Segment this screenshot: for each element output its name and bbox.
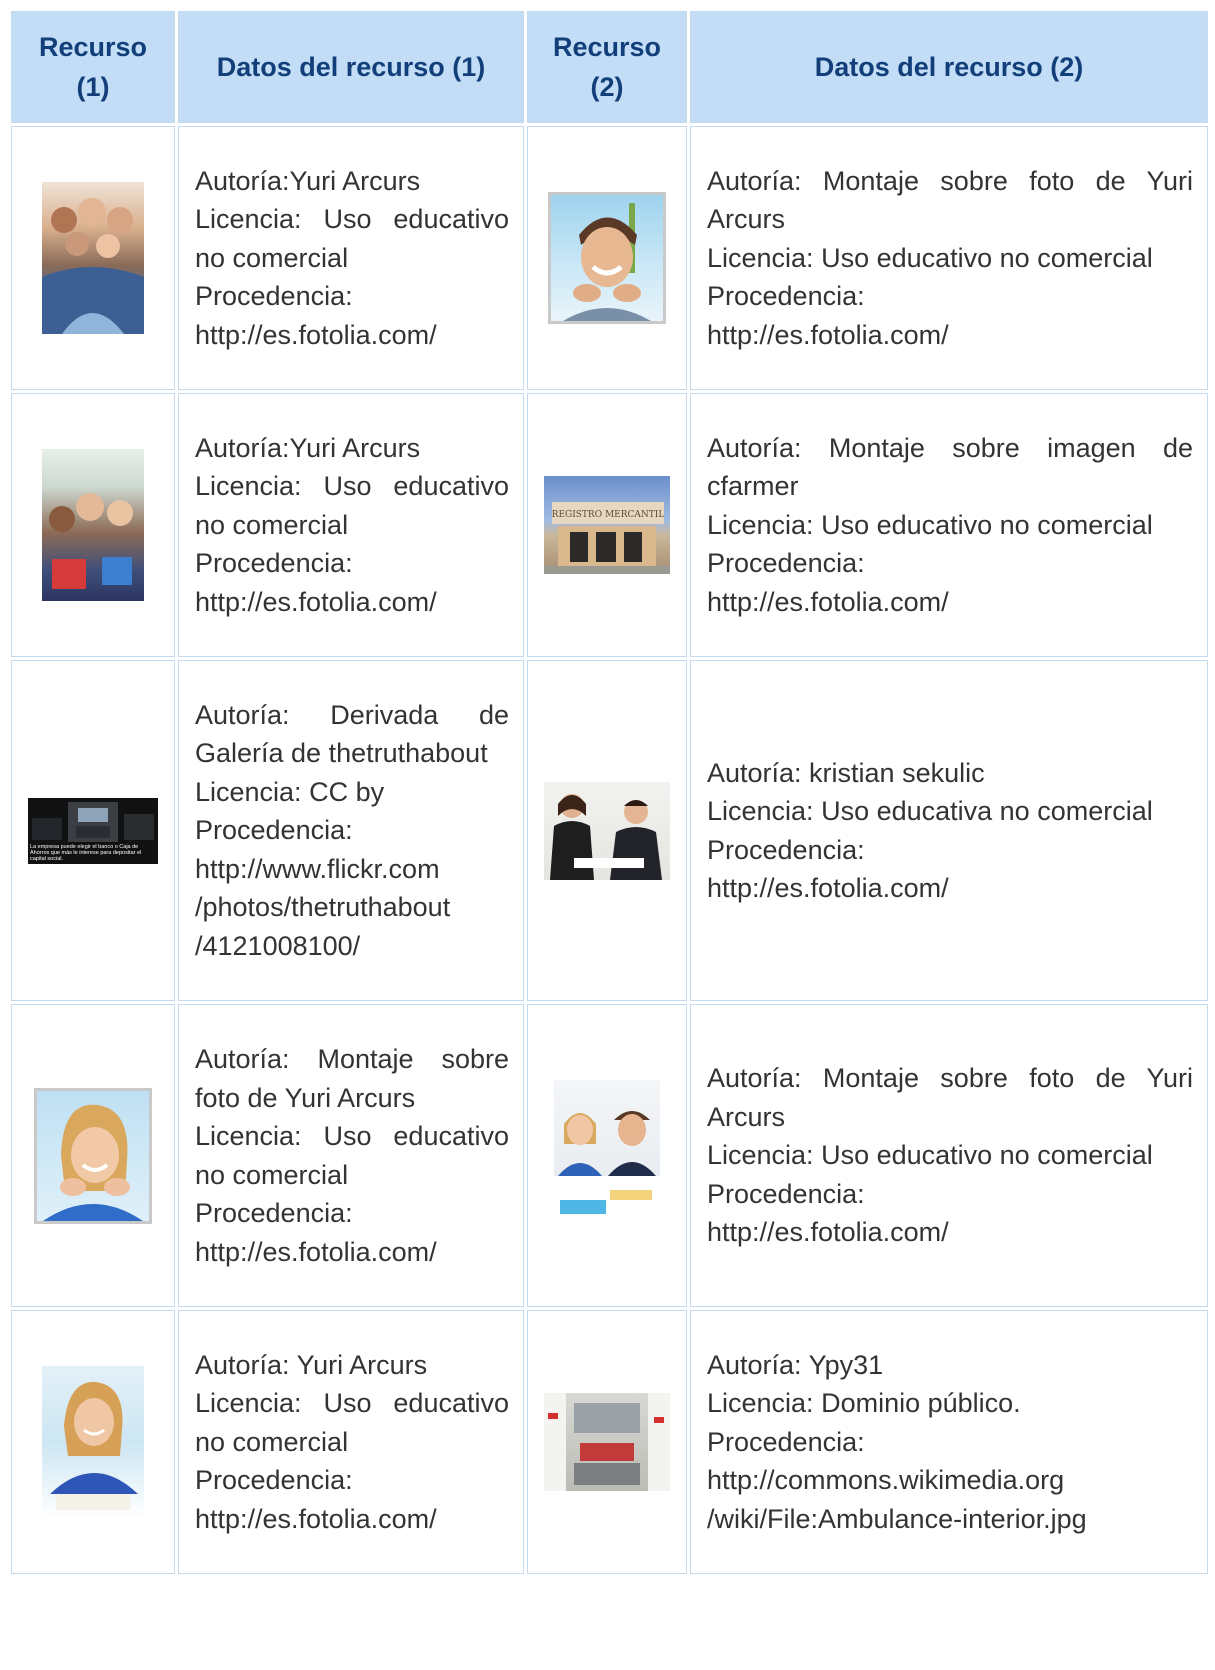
table-row: Autoría: Yuri Arcurs Licencia: Uso educa…	[11, 1310, 1208, 1574]
smiling-girl-photo	[34, 1087, 152, 1224]
source-url: http://es.fotolia.com/	[195, 319, 437, 350]
two-students-studying-photo	[554, 1079, 660, 1232]
header-row: Recurso (1) Datos del recurso (1) Recurs…	[11, 11, 1208, 123]
source-url: http://commons.wikimedia.org	[707, 1465, 1065, 1496]
source-url: http://es.fotolia.com/	[195, 1236, 437, 1267]
resource-2-image-cell	[527, 1004, 687, 1307]
authorship-text: Autoría: Montaje sobre imagen de cfarmer	[707, 432, 1193, 502]
license-text: Licencia: CC by	[195, 776, 385, 807]
license-text: Licencia: Dominio público.	[707, 1388, 1021, 1419]
license-text: Licencia: Uso educativo no comercial	[195, 204, 509, 273]
resource-2-data: Autoría: Montaje sobre foto de Yuri Arcu…	[690, 1004, 1208, 1307]
table-row: Autoría:Yuri Arcurs Licencia: Uso educat…	[11, 126, 1208, 390]
smiling-boy-photo	[548, 192, 666, 324]
bank-atm-screenshot: La empresa puede elegir el banco o Caja …	[28, 797, 158, 864]
header-datos-recurso-1: Datos del recurso (1)	[178, 11, 524, 123]
ambulance-interior-photo	[544, 1393, 670, 1491]
source-label: Procedencia:	[707, 1178, 865, 1209]
license-text: Licencia: Uso educativo no comercial	[707, 242, 1153, 273]
authorship-text: Autoría:Yuri Arcurs	[195, 432, 421, 463]
source-url: /wiki/File:Ambulance-interior.jpg	[707, 1503, 1087, 1534]
resource-1-data: Autoría: Derivada de Galería de thetruth…	[178, 660, 524, 1001]
source-url: http://es.fotolia.com/	[707, 319, 949, 350]
resource-2-image-cell	[527, 126, 687, 390]
resource-1-image-cell	[11, 1310, 175, 1574]
source-url: http://es.fotolia.com/	[707, 873, 949, 903]
resource-1-image-cell	[11, 126, 175, 390]
resource-2-data: Autoría: Montaje sobre imagen de cfarmer…	[690, 393, 1208, 657]
license-text: Licencia: Uso educativa no comercial	[707, 796, 1153, 826]
header-recurso-2: Recurso (2)	[527, 11, 687, 123]
header-recurso-1: Recurso (1)	[11, 11, 175, 123]
table-row: La empresa puede elegir el banco o Caja …	[11, 660, 1208, 1001]
source-url: /photos/thetruthabout	[195, 892, 451, 923]
authorship-text: Autoría: Montaje sobre foto de Yuri Arcu…	[707, 165, 1193, 235]
resource-2-data: Autoría: Ypy31 Licencia: Dominio público…	[690, 1310, 1208, 1574]
license-text: Licencia: Uso educativo no comercial	[707, 509, 1153, 540]
resource-1-data: Autoría:Yuri Arcurs Licencia: Uso educat…	[178, 126, 524, 390]
source-label: Procedencia:	[195, 1198, 353, 1228]
source-url: http://es.fotolia.com/	[707, 1217, 949, 1248]
building-sign-text: REGISTRO MERCANTIL	[552, 510, 665, 520]
resource-2-image-cell	[527, 660, 687, 1001]
resource-1-image-cell	[11, 1004, 175, 1307]
source-label: Procedencia:	[195, 281, 353, 312]
business-meeting-photo	[544, 781, 670, 880]
authorship-text: Autoría: Yuri Arcurs	[195, 1349, 428, 1380]
source-url: http://www.flickr.com	[195, 853, 440, 884]
license-text: Licencia: Uso educativo no comercial	[707, 1140, 1153, 1171]
license-text: Licencia: Uso educativo no comercial	[195, 1388, 509, 1457]
license-text: Licencia: Uso educativo no comercial	[195, 1121, 509, 1190]
table-row: Autoría: Montaje sobre foto de Yuri Arcu…	[11, 1004, 1208, 1307]
resource-1-data: Autoría: Yuri Arcurs Licencia: Uso educa…	[178, 1310, 524, 1574]
resource-2-data: Autoría: Montaje sobre foto de Yuri Arcu…	[690, 126, 1208, 390]
authorship-text: Autoría: Montaje sobre foto de Yuri Arcu…	[707, 1063, 1193, 1132]
source-label: Procedencia:	[707, 834, 865, 865]
authorship-text: Autoría: Montaje sobre foto de Yuri Arcu…	[195, 1044, 509, 1113]
resource-1-image-cell	[11, 393, 175, 657]
students-with-books-photo	[42, 449, 144, 601]
source-label: Procedencia:	[707, 281, 865, 312]
source-label: Procedencia:	[707, 548, 865, 579]
resource-1-image-cell: La empresa puede elegir el banco o Caja …	[11, 660, 175, 1001]
source-url: http://es.fotolia.com/	[707, 586, 949, 617]
authorship-text: Autoría:Yuri Arcurs	[195, 165, 421, 196]
source-label: Procedencia:	[707, 1426, 865, 1457]
authorship-text: Autoría: Derivada de Galería de thetruth…	[195, 699, 509, 769]
girl-reading-photo	[42, 1366, 144, 1518]
source-label: Procedencia:	[195, 548, 353, 579]
header-datos-recurso-2: Datos del recurso (2)	[690, 11, 1208, 123]
source-label: Procedencia:	[195, 815, 353, 846]
resource-2-image-cell: REGISTRO MERCANTIL	[527, 393, 687, 657]
license-text: Licencia: Uso educativo no comercial	[195, 471, 509, 540]
registro-mercantil-building-photo: REGISTRO MERCANTIL	[544, 476, 670, 574]
source-url: /4121008100/	[195, 930, 361, 961]
source-url: http://es.fotolia.com/	[195, 586, 437, 617]
group-of-teens-photo	[42, 182, 144, 334]
source-label: Procedencia:	[195, 1465, 353, 1496]
table-row: Autoría:Yuri Arcurs Licencia: Uso educat…	[11, 393, 1208, 657]
source-url: http://es.fotolia.com/	[195, 1503, 437, 1534]
resource-2-image-cell	[527, 1310, 687, 1574]
resource-1-data: Autoría:Yuri Arcurs Licencia: Uso educat…	[178, 393, 524, 657]
authorship-text: Autoría: kristian sekulic	[707, 757, 985, 788]
atm-caption: La empresa puede elegir el banco o Caja …	[30, 843, 142, 862]
resource-1-data: Autoría: Montaje sobre foto de Yuri Arcu…	[178, 1004, 524, 1307]
credits-table: Recurso (1) Datos del recurso (1) Recurs…	[8, 8, 1211, 1577]
authorship-text: Autoría: Ypy31	[707, 1349, 884, 1380]
resource-2-data: Autoría: kristian sekulic Licencia: Uso …	[690, 660, 1208, 1001]
